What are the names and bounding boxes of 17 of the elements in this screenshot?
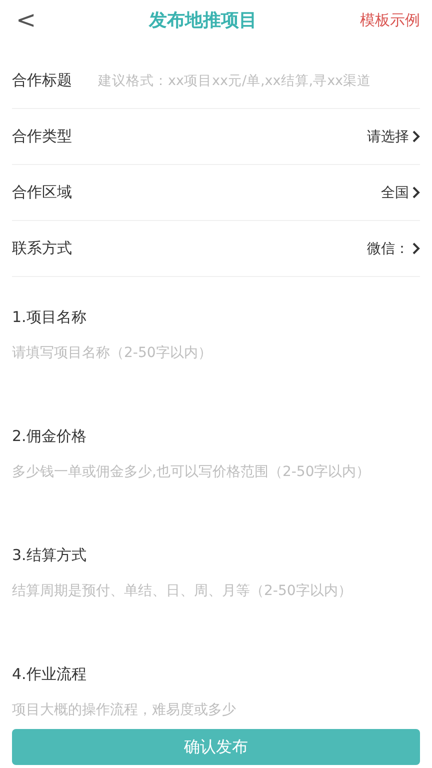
field-label: 联系方式 bbox=[12, 239, 73, 258]
section-label: 3.结算方式 bbox=[12, 546, 88, 565]
section-label: 1.项目名称 bbox=[12, 308, 88, 327]
chevron-icon bbox=[412, 186, 420, 199]
field-label: 合作标题 bbox=[12, 71, 73, 90]
select-button[interactable]: 请选择 bbox=[367, 128, 420, 146]
section-label: 4.作业流程 bbox=[12, 665, 88, 684]
back-button[interactable]: < bbox=[16, 6, 46, 34]
section-label: 2.佣金价格 bbox=[12, 427, 88, 446]
chevron-icon bbox=[412, 242, 420, 255]
template-example-link[interactable]: 模板示例 bbox=[360, 10, 420, 30]
field-label: 合作区域 bbox=[12, 183, 73, 202]
chevron-icon bbox=[412, 130, 420, 143]
field-label: 合作类型 bbox=[12, 127, 73, 146]
page-title: 发布地推项目 bbox=[149, 9, 257, 32]
select-button[interactable]: 微信： bbox=[367, 240, 420, 258]
select-button[interactable]: 全国 bbox=[381, 184, 420, 202]
